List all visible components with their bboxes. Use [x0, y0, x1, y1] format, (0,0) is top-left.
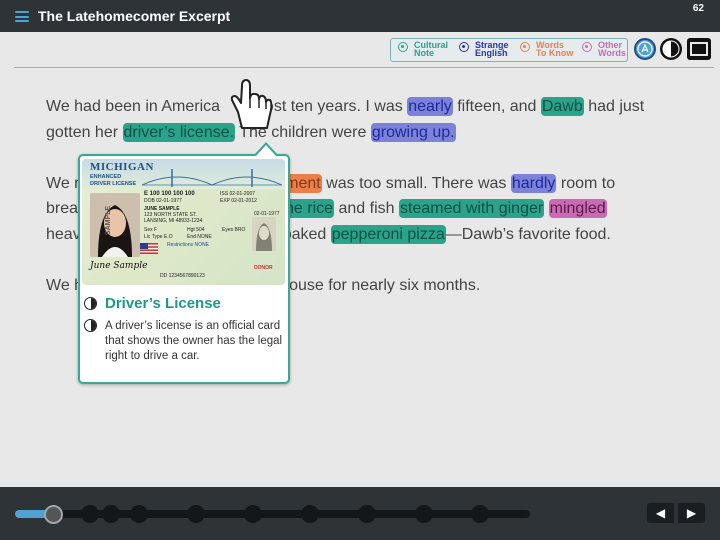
progress-stop[interactable]	[358, 505, 376, 523]
word-drivers-license[interactable]: driver’s license.	[122, 122, 236, 142]
cultural-note-toggle-icon[interactable]	[398, 42, 408, 52]
progress-stop[interactable]	[81, 505, 99, 523]
drivers-license-image: MICHIGAN ENHANCED DRIVER LICENSE SAMPLE …	[82, 159, 285, 285]
next-page-button[interactable]: ▶	[678, 503, 705, 523]
words-to-know-toggle-icon[interactable]	[520, 42, 530, 52]
audio-icon[interactable]	[660, 38, 682, 60]
popup-title: Driver’s License	[105, 295, 221, 312]
progress-stop[interactable]	[187, 505, 205, 523]
legend-cultural-note[interactable]: Cultural Note	[414, 41, 448, 58]
word-steamed-with-ginger[interactable]: steamed with ginger	[399, 199, 545, 218]
page-title: The Latehomecomer Excerpt	[38, 8, 231, 24]
progress-stop[interactable]	[415, 505, 433, 523]
license-ghost-photo	[252, 217, 276, 251]
word-rice[interactable]: he rice	[284, 199, 335, 218]
progress-stop[interactable]	[471, 505, 489, 523]
legend-words-to-know[interactable]: Words To Know	[536, 41, 573, 58]
progress-stop[interactable]	[244, 505, 262, 523]
accessibility-icon[interactable]	[634, 38, 656, 60]
license-state: MICHIGAN	[90, 161, 154, 173]
word-nearly[interactable]: nearly	[407, 97, 453, 116]
legend-other-words[interactable]: Other Words	[598, 41, 626, 58]
paragraph-1: We had been in America lmost ten years. I…	[46, 97, 645, 142]
license-signature: June Sample	[90, 261, 148, 271]
strange-english-toggle-icon[interactable]	[459, 42, 469, 52]
hand-cursor-icon	[230, 79, 272, 129]
word-pepperoni-pizza[interactable]: pepperoni pizza	[330, 224, 446, 244]
page-number: 62	[692, 3, 704, 14]
word-mingled[interactable]: mingled	[548, 199, 607, 218]
screen-icon[interactable]	[687, 38, 711, 60]
title-audio-icon[interactable]	[84, 297, 97, 310]
flag-icon	[140, 243, 158, 254]
header-divider	[14, 67, 714, 68]
menu-icon[interactable]	[15, 11, 29, 22]
word-dawb[interactable]: Dawb	[540, 97, 584, 116]
word-growing-up[interactable]: growing up.	[370, 122, 456, 142]
prev-page-button[interactable]: ◀	[647, 503, 674, 523]
progress-stop[interactable]	[130, 505, 148, 523]
word-hardly[interactable]: hardly	[510, 173, 557, 193]
legend-strange-english[interactable]: Strange English	[475, 41, 509, 58]
progress-thumb[interactable]	[44, 505, 63, 524]
definition-audio-icon[interactable]	[84, 319, 97, 332]
bridge-icon	[142, 169, 282, 187]
other-words-toggle-icon[interactable]	[582, 42, 592, 52]
license-photo	[90, 193, 140, 257]
progress-stop[interactable]	[102, 505, 120, 523]
popup-definition: A driver’s license is an official card t…	[105, 320, 283, 362]
progress-stop[interactable]	[301, 505, 319, 523]
